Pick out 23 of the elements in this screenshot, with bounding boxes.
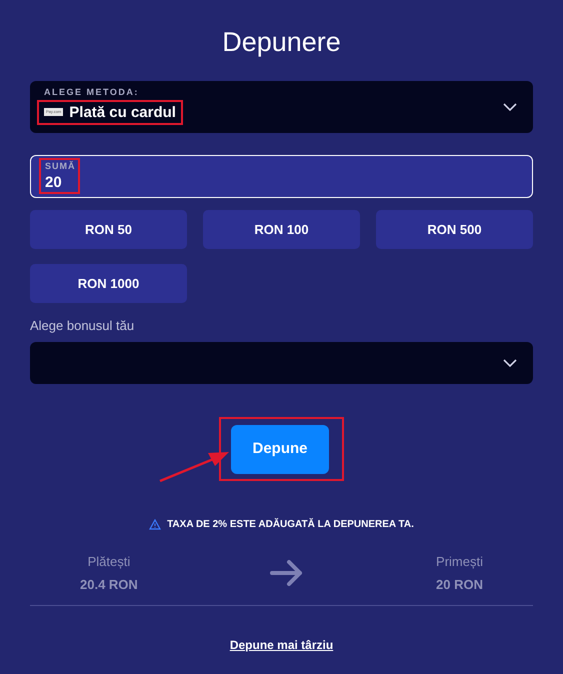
warning-icon (149, 518, 162, 530)
summary-value: 20 RON (436, 576, 483, 594)
amount-preset-button[interactable]: RON 500 (376, 210, 533, 249)
chevron-down-icon (503, 358, 517, 366)
field-label: Alege bonusul tău (30, 317, 136, 335)
deposit-button[interactable]: Depune (231, 424, 329, 474)
page-title: Depunere (222, 26, 341, 58)
amount-preset-button[interactable]: RON 50 (30, 210, 187, 249)
amount-field[interactable]: SUMĂ 20 (30, 155, 533, 198)
chevron-down-icon (503, 103, 517, 111)
field-label: ALEGE METODA: (44, 86, 140, 99)
fee-notice: TAXA DE 2% ESTE ADĂUGATĂ LA DEPUNEREA TA. (167, 517, 414, 532)
amount-preset-button[interactable]: RON 100 (203, 210, 360, 249)
amount-value: 20 (45, 174, 63, 192)
bonus-select[interactable] (30, 342, 533, 384)
summary-label: Primești (436, 552, 483, 571)
arrow-right-icon (270, 560, 304, 586)
select-value: Plată cu cardul (69, 104, 176, 120)
deposit-later-link[interactable]: Depune mai târziu (230, 636, 334, 654)
amount-preset-button[interactable]: RON 1000 (30, 264, 187, 303)
summary-value: 20.4 RON (80, 576, 138, 594)
summary-label: Plătești (88, 552, 130, 571)
field-label: SUMĂ (45, 160, 76, 173)
